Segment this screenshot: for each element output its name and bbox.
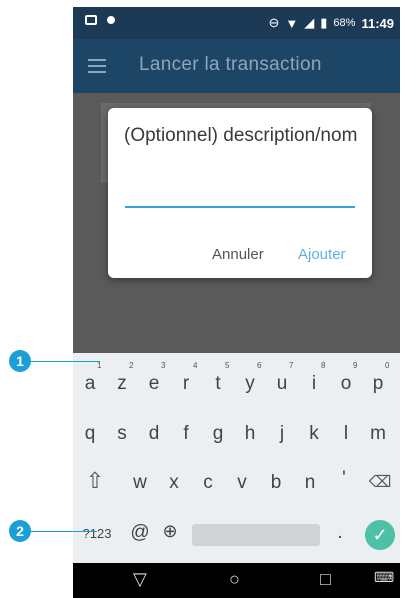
backspace-icon[interactable]: ⌫	[365, 472, 395, 492]
key-j[interactable]: j	[267, 423, 297, 445]
key-c[interactable]: c	[193, 472, 223, 494]
key-e[interactable]: e	[139, 373, 169, 395]
at-key[interactable]: @	[125, 522, 155, 544]
key-o[interactable]: o	[331, 373, 361, 395]
description-dialog: (Optionnel) description/nom Annuler Ajou…	[108, 108, 372, 278]
shift-key-icon[interactable]: ⇧	[80, 468, 110, 494]
key-q[interactable]: q	[75, 423, 105, 445]
callout-line-2	[20, 531, 97, 532]
battery-icon: ▮	[320, 15, 328, 30]
key-k[interactable]: k	[299, 423, 329, 445]
callout-line-1	[20, 361, 100, 362]
key-i[interactable]: i	[299, 373, 329, 395]
key-hint: 7	[289, 361, 294, 370]
app-bar: Lancer la transaction	[73, 39, 400, 93]
key-hint: 2	[129, 361, 134, 370]
do-not-disturb-icon: ⊖	[268, 15, 280, 30]
key-hint: 0	[385, 361, 390, 370]
key-r[interactable]: r	[171, 373, 201, 395]
phone-screen: ⊖ ▼ ◢ ▮ 68% 11:49 Lancer la transaction …	[73, 7, 400, 598]
key-v[interactable]: v	[227, 472, 257, 494]
space-bar[interactable]	[192, 524, 320, 546]
key-apostrophe[interactable]: '	[329, 468, 359, 490]
dot-icon	[107, 16, 115, 24]
battery-percent: 68%	[333, 17, 356, 29]
notification-icon	[85, 15, 97, 25]
key-hint: 6	[257, 361, 262, 370]
keyboard-switch-icon[interactable]: ⌨	[374, 569, 394, 586]
key-t[interactable]: t	[203, 373, 233, 395]
globe-icon[interactable]: ⊕	[155, 521, 185, 542]
navigation-bar: ▽ ○ □ ⌨	[73, 563, 400, 598]
key-u[interactable]: u	[267, 373, 297, 395]
key-z[interactable]: z	[107, 373, 137, 395]
key-l[interactable]: l	[331, 423, 361, 445]
key-b[interactable]: b	[261, 472, 291, 494]
key-d[interactable]: d	[139, 423, 169, 445]
key-hint: 4	[193, 361, 198, 370]
key-p[interactable]: p	[363, 373, 393, 395]
menu-icon[interactable]	[88, 59, 106, 73]
page-title: Lancer la transaction	[139, 54, 322, 75]
checkmark-icon[interactable]: ✓	[365, 520, 395, 550]
callout-2: 2	[9, 520, 31, 542]
key-n[interactable]: n	[295, 472, 325, 494]
recents-icon[interactable]: □	[320, 569, 331, 590]
signal-icon: ◢	[304, 15, 315, 30]
home-icon[interactable]: ○	[229, 569, 240, 590]
callout-1: 1	[9, 350, 31, 372]
key-g[interactable]: g	[203, 423, 233, 445]
period-key[interactable]: .	[325, 522, 355, 544]
cancel-button[interactable]: Annuler	[212, 246, 264, 263]
key-a[interactable]: a	[75, 373, 105, 395]
clock: 11:49	[361, 15, 394, 31]
status-bar: ⊖ ▼ ◢ ▮ 68% 11:49	[73, 7, 400, 39]
key-hint: 3	[161, 361, 166, 370]
key-x[interactable]: x	[159, 472, 189, 494]
key-hint: 9	[353, 361, 358, 370]
wifi-icon: ▼	[285, 15, 299, 31]
key-w[interactable]: w	[125, 472, 155, 494]
dialog-title: (Optionnel) description/nom	[124, 125, 358, 146]
key-hint: 8	[321, 361, 326, 370]
key-h[interactable]: h	[235, 423, 265, 445]
keyboard: 1 2 3 4 5 6 7 8 9 0 a z e r t y u i o p …	[73, 353, 400, 563]
key-s[interactable]: s	[107, 423, 137, 445]
symbols-key[interactable]: ?123	[77, 526, 117, 541]
key-f[interactable]: f	[171, 423, 201, 445]
back-icon[interactable]: ▽	[133, 569, 147, 590]
key-hint: 1	[97, 361, 102, 370]
key-y[interactable]: y	[235, 373, 265, 395]
description-input[interactable]	[125, 178, 355, 208]
add-button[interactable]: Ajouter	[298, 246, 346, 263]
key-hint: 5	[225, 361, 230, 370]
key-m[interactable]: m	[363, 423, 393, 445]
